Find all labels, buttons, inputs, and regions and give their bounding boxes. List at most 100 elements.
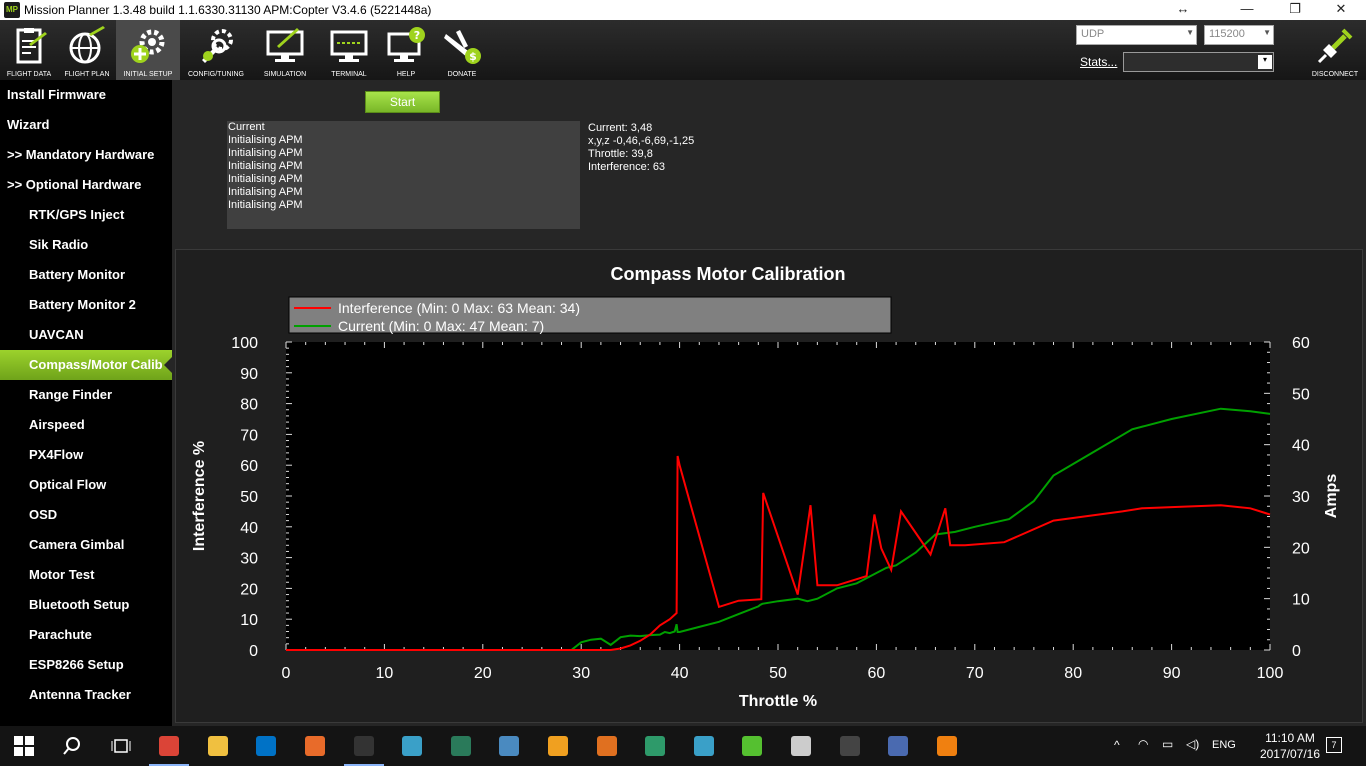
flight-plan-label: FLIGHT PLAN bbox=[64, 71, 110, 78]
flight-plan-button[interactable]: FLIGHT PLAN bbox=[58, 20, 116, 80]
clock-time: 11:10 AM bbox=[1265, 731, 1315, 745]
taskbar-task-view-button[interactable] bbox=[97, 726, 145, 766]
flight-data-button[interactable]: FLIGHT DATA bbox=[0, 20, 58, 80]
log-line: Initialising APM bbox=[228, 199, 303, 211]
taskbar-search-button[interactable] bbox=[48, 726, 96, 766]
sidebar-item-battery-monitor[interactable]: Battery Monitor bbox=[0, 260, 172, 290]
sidebar-item-mandatory-hardware[interactable]: >> Mandatory Hardware bbox=[0, 140, 172, 170]
sidebar-item-optical-flow[interactable]: Optical Flow bbox=[0, 470, 172, 500]
sidebar-item-parachute[interactable]: Parachute bbox=[0, 620, 172, 650]
taskbar-calculator-button[interactable] bbox=[777, 726, 825, 766]
taskbar-file-explorer-button[interactable] bbox=[194, 726, 242, 766]
main-panel: Start Current Initialising APM Initialisin… bbox=[172, 80, 1366, 726]
file-explorer-icon bbox=[207, 736, 228, 756]
simulation-label: SIMULATION bbox=[263, 71, 307, 78]
notification-center-icon[interactable]: 7 bbox=[1326, 737, 1342, 753]
initial-setup-label: INITIAL SETUP bbox=[123, 71, 173, 78]
mission-planner-icon bbox=[353, 736, 374, 756]
gears-plus-icon bbox=[131, 29, 165, 63]
sidebar-item-uavcan[interactable]: UAVCAN bbox=[0, 320, 172, 350]
network-icon[interactable]: ▭ bbox=[1162, 737, 1173, 751]
sidebar-item-label: Bluetooth Setup bbox=[29, 597, 130, 612]
sidebar-item-camera-gimbal[interactable]: Camera Gimbal bbox=[0, 530, 172, 560]
taskbar-app-5-button[interactable] bbox=[583, 726, 631, 766]
taskbar-outlook-button[interactable] bbox=[242, 726, 290, 766]
taskbar-app-7-button[interactable] bbox=[680, 726, 728, 766]
sidebar-item-osd[interactable]: OSD bbox=[0, 500, 172, 530]
taskbar-chrome-button[interactable] bbox=[145, 726, 193, 766]
y2-axis-label: Amps bbox=[1323, 474, 1340, 519]
taskbar-app-8-button[interactable] bbox=[728, 726, 776, 766]
x-tick-label: 90 bbox=[1163, 665, 1181, 682]
sidebar-item-antenna-tracker[interactable]: Antenna Tracker bbox=[0, 680, 172, 710]
taskbar-network-app-button[interactable] bbox=[874, 726, 922, 766]
taskbar-terminal-button[interactable] bbox=[826, 726, 874, 766]
sidebar-item-install-firmware[interactable]: Install Firmware bbox=[0, 80, 172, 110]
globe-plane-icon bbox=[69, 26, 105, 64]
taskbar-matlab-button[interactable] bbox=[291, 726, 339, 766]
svg-text:?: ? bbox=[414, 29, 420, 42]
maximize-button[interactable]: ❐ bbox=[1272, 0, 1318, 20]
sidebar-item-bluetooth-setup[interactable]: Bluetooth Setup bbox=[0, 590, 172, 620]
sidebar-item-airspeed[interactable]: Airspeed bbox=[0, 410, 172, 440]
taskbar-app-6-button[interactable] bbox=[631, 726, 679, 766]
network-app-icon bbox=[888, 736, 909, 756]
sidebar-item-sik-radio[interactable]: Sik Radio bbox=[0, 230, 172, 260]
connection-type-select[interactable]: UDP ▼ bbox=[1076, 25, 1197, 45]
chevron-down-icon: ▾ bbox=[1258, 55, 1272, 69]
taskbar-sublime-text-button[interactable] bbox=[534, 726, 582, 766]
y-tick-label: 10 bbox=[240, 612, 258, 629]
log-line: Initialising APM bbox=[228, 134, 303, 146]
sidebar-item-esp8266-setup[interactable]: ESP8266 Setup bbox=[0, 650, 172, 680]
sidebar-item-motor-test[interactable]: Motor Test bbox=[0, 560, 172, 590]
help-label: HELP bbox=[396, 71, 416, 78]
status-log: Current Initialising APM Initialising APM I… bbox=[227, 121, 580, 229]
stats-select[interactable]: ▾ bbox=[1123, 52, 1274, 72]
sidebar-item-label: Range Finder bbox=[29, 387, 113, 402]
stats-link[interactable]: Stats... bbox=[1080, 55, 1117, 69]
close-button[interactable]: ✕ bbox=[1318, 0, 1364, 20]
taskbar-app-3-button[interactable] bbox=[437, 726, 485, 766]
config-tuning-button[interactable]: CONFIG/TUNING bbox=[180, 20, 252, 80]
disconnect-button[interactable]: DISCONNECT bbox=[1304, 20, 1366, 80]
sidebar-item-label: >> Optional Hardware bbox=[7, 177, 142, 192]
taskbar-start-button[interactable] bbox=[0, 726, 48, 766]
sidebar-item-battery-monitor-2[interactable]: Battery Monitor 2 bbox=[0, 290, 172, 320]
log-line: Initialising APM bbox=[228, 173, 303, 185]
sidebar-item-label: Sik Radio bbox=[29, 237, 89, 252]
sidebar-item-compass-motor-calib[interactable]: Compass/Motor Calib bbox=[0, 350, 172, 380]
tray-up-icon[interactable]: ^ bbox=[1114, 738, 1120, 752]
initial-setup-button[interactable]: INITIAL SETUP bbox=[116, 20, 180, 80]
minimize-button[interactable]: — bbox=[1224, 0, 1270, 20]
terminal-button[interactable]: TERMINAL bbox=[318, 20, 380, 80]
sidebar-item-optional-hardware[interactable]: >> Optional Hardware bbox=[0, 170, 172, 200]
resize-icon[interactable]: ↔ bbox=[1160, 0, 1206, 20]
vlc-icon bbox=[936, 736, 957, 756]
simulation-button[interactable]: SIMULATION bbox=[252, 20, 318, 80]
help-button[interactable]: ? HELP bbox=[380, 20, 432, 80]
baud-rate-select[interactable]: 115200 ▼ bbox=[1204, 25, 1274, 45]
y2-tick-label: 30 bbox=[1292, 489, 1310, 506]
language-indicator[interactable]: ENG bbox=[1212, 739, 1236, 751]
taskbar-app-4-button[interactable] bbox=[485, 726, 533, 766]
app-6-icon bbox=[645, 736, 666, 756]
sidebar-item-range-finder[interactable]: Range Finder bbox=[0, 380, 172, 410]
volume-icon[interactable]: ◁) bbox=[1186, 737, 1199, 751]
taskbar-vlc-button[interactable] bbox=[923, 726, 971, 766]
sidebar-item-label: Optical Flow bbox=[29, 477, 107, 492]
start-button[interactable]: Start bbox=[365, 91, 440, 113]
calculator-icon bbox=[791, 736, 811, 756]
clock[interactable]: 11:10 AM 2017/07/16 bbox=[1260, 730, 1320, 762]
taskbar-app-2-button[interactable] bbox=[388, 726, 436, 766]
y2-tick-label: 10 bbox=[1292, 592, 1310, 609]
monitor-plane-icon bbox=[266, 28, 304, 62]
main-toolbar: FLIGHT DATA FLIGHT PLAN INITIAL SETUP CO… bbox=[0, 20, 1366, 80]
app-icon: MP bbox=[4, 2, 20, 18]
app-3-icon bbox=[450, 736, 471, 756]
wifi-icon[interactable]: ◠ bbox=[1138, 737, 1148, 751]
taskbar-mission-planner-button[interactable] bbox=[340, 726, 388, 766]
donate-button[interactable]: $ DONATE bbox=[432, 20, 492, 80]
sidebar-item-wizard[interactable]: Wizard bbox=[0, 110, 172, 140]
sidebar-item-px4flow[interactable]: PX4Flow bbox=[0, 440, 172, 470]
sidebar-item-rtk-gps-inject[interactable]: RTK/GPS Inject bbox=[0, 200, 172, 230]
